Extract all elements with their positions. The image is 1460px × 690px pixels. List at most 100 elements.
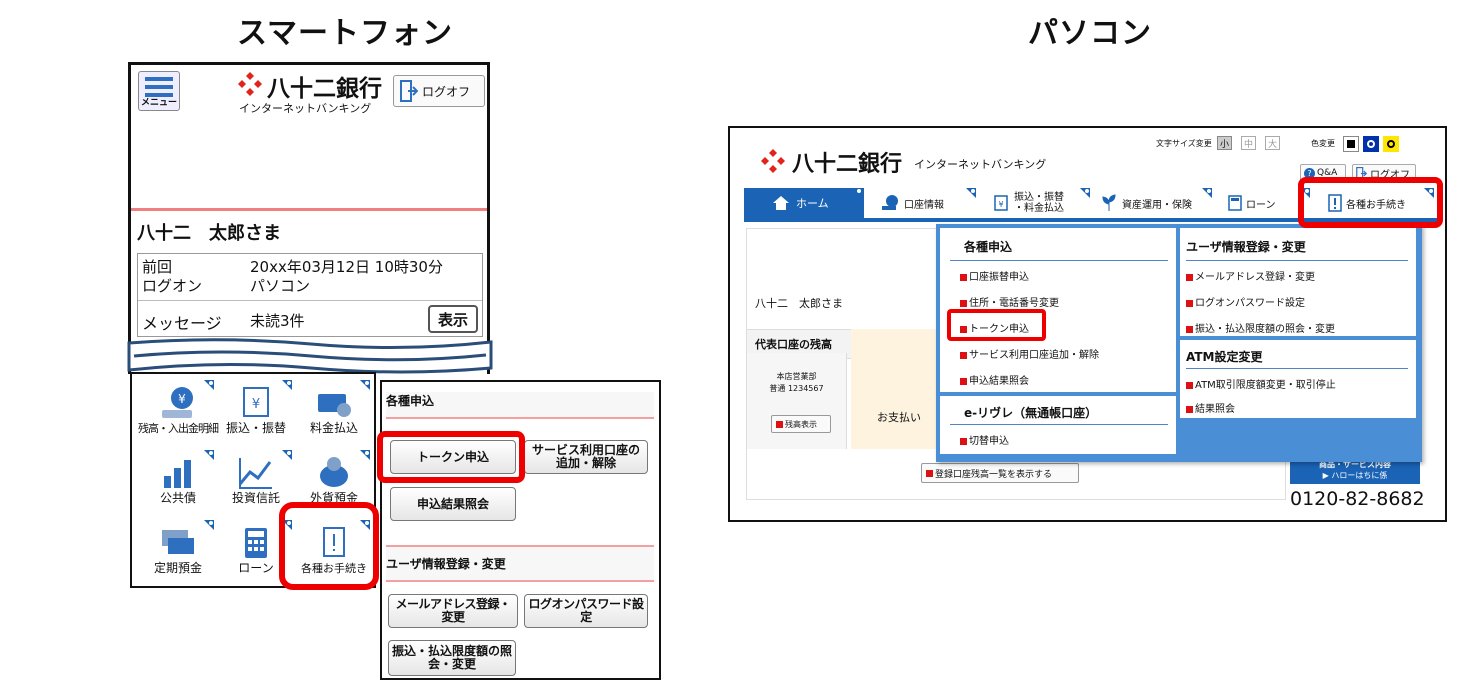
dd-limit-inquiry[interactable]: 振込・払込限度額の照会・変更 — [1186, 320, 1335, 335]
sp-brand-name: 八十二銀行 — [267, 76, 382, 102]
tile-investment-label: 投資信託 — [231, 491, 280, 505]
email-register-button[interactable]: メールアドレス登録・変更 — [388, 594, 518, 628]
sp-menu-label: メニュー — [140, 98, 177, 108]
last-login-label: 前回 ログオン — [142, 258, 203, 295]
coin-small-icon — [882, 195, 898, 210]
sp-divider — [131, 208, 487, 211]
font-size-medium[interactable]: 中 — [1241, 136, 1256, 150]
nav-asset-label: 資産運用・保険 — [1122, 199, 1192, 211]
limit-inquiry-button[interactable]: 振込・払込限度額の照会・変更 — [388, 640, 516, 676]
account-number: 普通 1234567 — [769, 384, 824, 393]
dd-address-change[interactable]: 住所・電話番号変更 — [960, 294, 1059, 309]
yen-notes-icon — [162, 530, 194, 554]
tile-bonds[interactable]: 公共債 — [138, 448, 218, 510]
tile-balance-label: 残高・入出金明細 — [138, 422, 219, 435]
yen-card-icon — [318, 394, 351, 417]
calc-small-icon — [1228, 195, 1242, 211]
coin-icon: ¥ — [162, 387, 193, 418]
pc-bank-logo-icon — [761, 149, 785, 173]
dd-service-account-label: サービス利用口座追加・解除 — [969, 350, 1099, 361]
account-list-label: 登録口座残高一覧を表示する — [935, 469, 1053, 480]
chart-bar-icon — [164, 460, 191, 488]
tile-loan[interactable]: ローン — [216, 518, 296, 580]
dd-token-apply-label: トークン申込 — [969, 324, 1029, 335]
application-result-button[interactable]: 申込結果照会 — [390, 487, 516, 521]
dd-switch-apply-label: 切替申込 — [969, 436, 1009, 447]
balance-show-label: 残高表示 — [785, 419, 817, 429]
color-black-button[interactable] — [1343, 136, 1359, 152]
pc-brand-name: 八十二銀行 — [792, 152, 903, 177]
show-messages-button[interactable]: 表示 — [428, 305, 478, 333]
tile-payment-label: 料金払込 — [309, 421, 358, 435]
tile-investment[interactable]: 投資信託 — [216, 448, 296, 510]
dd-logon-password-label: ログオンパスワード設定 — [1195, 298, 1305, 309]
nav-loan[interactable]: ローン — [1220, 188, 1310, 218]
sp-top-screen: メニュー 八十二銀行 インターネットバンキング ログオフ 八十二 太郎さま 前回… — [128, 62, 490, 374]
transfer-icon: ¥ — [243, 387, 269, 417]
sp-brand-sub: インターネットバンキング — [239, 102, 372, 115]
nav-procedures[interactable]: 各種お手続き — [1318, 188, 1438, 218]
dd-atm-limit-label: ATM取引限度額変更・取引停止 — [1195, 380, 1336, 391]
home-icon — [773, 196, 789, 210]
tile-loan-label: ローン — [238, 561, 274, 575]
pc-logoff-button[interactable]: ログオフ — [1352, 164, 1416, 182]
sp-logoff-label: ログオフ — [422, 84, 471, 99]
pc-nav-bar: ホーム 口座情報 ¥ 振込・振替 ・料金払込 資産運用・保険 ローン 各種お手続… — [744, 188, 1440, 222]
tile-foreign-label: 外貨預金 — [309, 491, 358, 505]
dd-atm-limit[interactable]: ATM取引限度額変更・取引停止 — [1186, 376, 1336, 391]
tile-procedures[interactable]: 各種お手続き — [294, 518, 374, 580]
logout-icon — [400, 80, 418, 102]
dd-switch-apply[interactable]: 切替申込 — [960, 432, 1009, 447]
font-size-large[interactable]: 大 — [1265, 136, 1280, 150]
dd-token-apply[interactable]: トークン申込 — [960, 320, 1029, 335]
nav-transfer[interactable]: ¥ 振込・振替 ・料金払込 — [982, 188, 1096, 218]
dd-address-change-label: 住所・電話番号変更 — [969, 298, 1059, 309]
tile-payment[interactable]: 料金払込 — [294, 378, 374, 440]
balance-show-button[interactable]: 残高表示 — [771, 415, 831, 433]
logon-password-button[interactable]: ログオンパスワード設定 — [524, 594, 648, 628]
dd-result-inquiry[interactable]: 申込結果照会 — [960, 372, 1029, 387]
phone-number: 0120-82-8682 — [1290, 488, 1425, 510]
sp-logo: 八十二銀行 インターネットバンキング — [237, 69, 387, 115]
nav-loan-label: ローン — [1246, 199, 1276, 211]
color-yellow-button[interactable] — [1383, 136, 1399, 152]
service-account-button[interactable]: サービス利用口座の追加・解除 — [524, 440, 648, 474]
payment-text: お支払い — [877, 411, 921, 424]
dd-email-register[interactable]: メールアドレス登録・変更 — [1186, 268, 1315, 283]
tile-foreign[interactable]: 外貨預金 — [294, 448, 374, 510]
tile-bonds-label: 公共債 — [159, 491, 196, 505]
dd-service-account[interactable]: サービス利用口座追加・解除 — [960, 346, 1099, 361]
dd-atm-result-label: 結果照会 — [1195, 404, 1235, 415]
sp-menu-button[interactable]: メニュー — [138, 71, 180, 111]
dropdown-col2b: ATM設定変更 ATM取引限度額変更・取引停止 結果照会 — [1180, 340, 1416, 418]
dd-email-register-label: メールアドレス登録・変更 — [1195, 272, 1315, 283]
procedures-dropdown: 各種申込 口座振替申込 住所・電話番号変更 トークン申込 サービス利用口座追加・… — [936, 224, 1422, 462]
chart-line-icon — [238, 458, 272, 489]
document-icon — [323, 527, 345, 557]
sp-tile-grid: ¥ 残高・入出金明細 ¥ 振込・振替 料金払込 公共債 投資信託 外貨預金 定期… — [130, 372, 376, 588]
tile-transfer[interactable]: ¥ 振込・振替 — [216, 378, 296, 440]
svg-text:¥: ¥ — [178, 392, 186, 406]
sp-procedures-panel: 各種申込 トークン申込 サービス利用口座の追加・解除 申込結果照会 ユーザ情報登… — [380, 380, 661, 680]
sp-logoff-button[interactable]: ログオフ — [393, 75, 485, 107]
nav-account-info[interactable]: 口座情報 — [868, 188, 978, 218]
tile-balance[interactable]: ¥ 残高・入出金明細 — [138, 378, 219, 440]
dd-logon-password[interactable]: ログオンパスワード設定 — [1186, 294, 1305, 309]
account-cell: 本店営業部 普通 1234567 残高表示 — [747, 353, 847, 449]
tile-time-deposit[interactable]: 定期預金 — [138, 518, 218, 580]
color-blue-button[interactable] — [1363, 136, 1379, 152]
pc-brand-sub: インターネットバンキング — [914, 158, 1047, 171]
dd-direct-debit[interactable]: 口座振替申込 — [960, 268, 1029, 283]
transfer-small-icon: ¥ — [994, 195, 1008, 211]
account-list-button[interactable]: 登録口座残高一覧を表示する — [921, 463, 1079, 483]
nav-asset[interactable]: 資産運用・保険 — [1096, 188, 1214, 218]
dd-direct-debit-label: 口座振替申込 — [969, 272, 1029, 283]
dd-atm-result[interactable]: 結果照会 — [1186, 400, 1235, 415]
qa-button[interactable]: ? Q&A — [1300, 164, 1346, 182]
message-label: メッセージ — [142, 314, 222, 333]
dropdown-col1b-title: e-リヴレ（無通帳口座） — [964, 406, 1098, 420]
svg-text:¥: ¥ — [252, 397, 260, 412]
token-apply-button[interactable]: トークン申込 — [390, 440, 516, 474]
nav-home[interactable]: ホーム — [744, 188, 864, 218]
font-size-small[interactable]: 小 — [1217, 136, 1232, 150]
